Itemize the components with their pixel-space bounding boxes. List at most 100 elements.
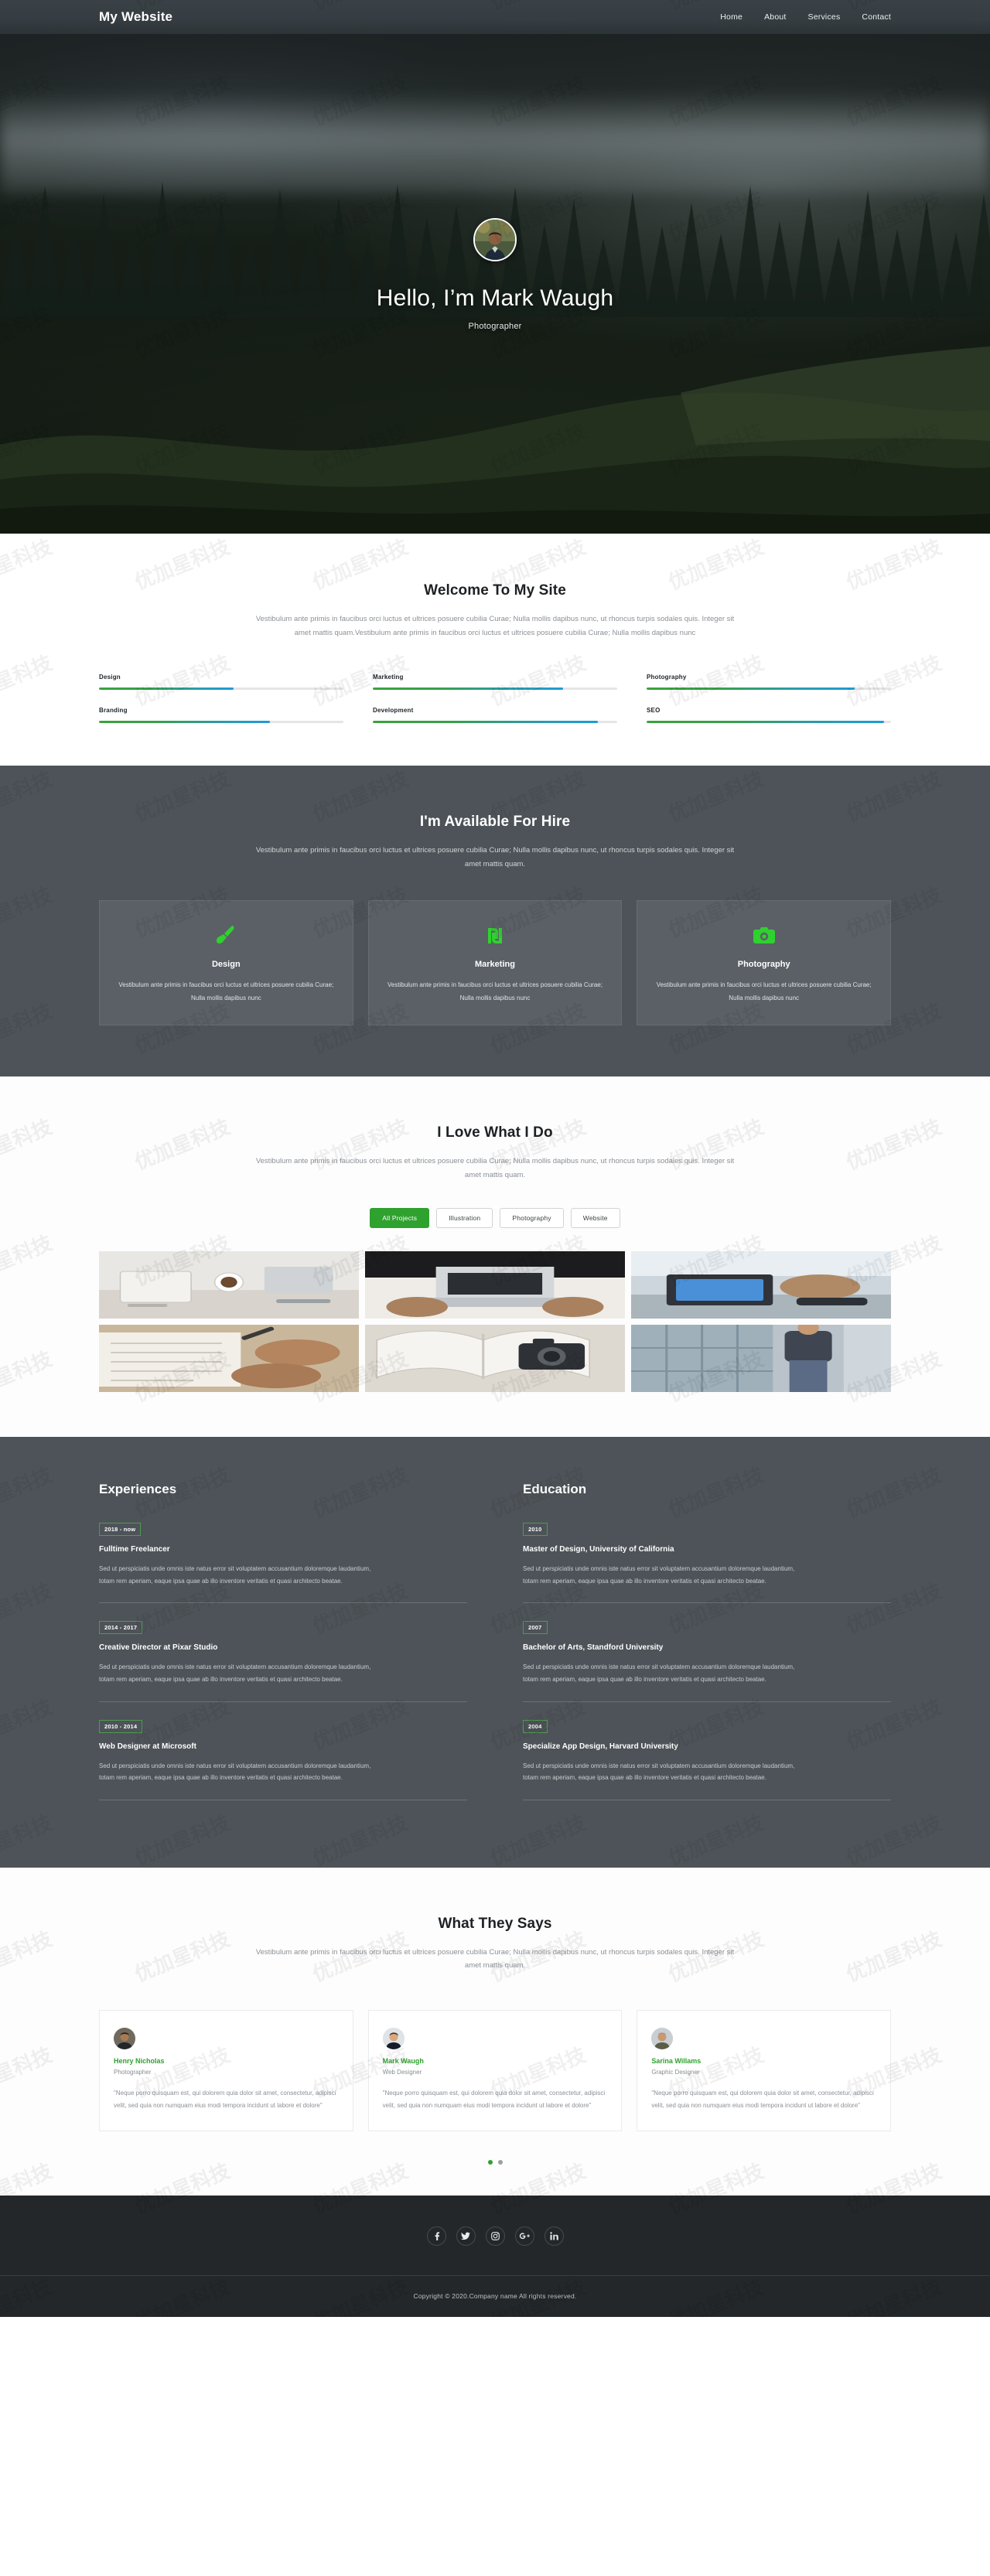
nav-item-home[interactable]: Home: [720, 12, 742, 22]
experience-item: 2018 - now Fulltime Freelancer Sed ut pe…: [99, 1521, 467, 1604]
service-cards: Design Vestibulum ante primis in faucibu…: [99, 900, 891, 1026]
service-card-text: Vestibulum ante primis in faucibus orci …: [118, 981, 334, 1001]
testimonial-name: Sarina Willams: [651, 2056, 702, 2065]
skill-label: SEO: [647, 707, 661, 715]
skill-item: Design: [99, 674, 343, 695]
experience-text: Sed ut perspiciatis unde omnis iste natu…: [99, 1663, 371, 1683]
portfolio-item-hands-writing-in-notebook[interactable]: [99, 1325, 359, 1393]
filter-all-projects[interactable]: All Projects: [370, 1208, 430, 1229]
filter-illustration[interactable]: Illustration: [436, 1208, 493, 1229]
portfolio-item-person-using-tablet-at-desk[interactable]: [631, 1251, 891, 1319]
skill-item: Photography: [647, 674, 891, 695]
testimonial-cards: Henry Nicholas Photographer "Neque porro…: [99, 2009, 891, 2131]
testimonials-title: What They Says: [438, 1915, 552, 1932]
instagram-icon[interactable]: [485, 2226, 505, 2246]
skill-bars: Design Marketing Photography Branding De…: [99, 674, 891, 728]
testimonial-role: Web Designer: [382, 2068, 422, 2076]
skill-item: Branding: [99, 707, 343, 728]
paintbrush-icon: [117, 921, 336, 950]
skill-track: [99, 721, 343, 724]
portfolio-grid: [99, 1251, 891, 1393]
skill-item: SEO: [647, 707, 891, 728]
twitter-icon[interactable]: [456, 2226, 476, 2246]
linkedin-icon[interactable]: [544, 2226, 564, 2246]
social-links: [0, 2226, 990, 2275]
camera-icon: [654, 921, 873, 950]
skill-fill: [373, 721, 598, 724]
avatar: [473, 218, 517, 261]
experience-text: Sed ut perspiciatis unde omnis iste natu…: [99, 1762, 371, 1782]
service-card-title: Design: [211, 960, 241, 970]
education-heading: Education: [523, 1482, 587, 1497]
filter-photography[interactable]: Photography: [500, 1208, 564, 1229]
skill-track: [373, 688, 617, 691]
portfolio-item-person-standing-by-window[interactable]: [631, 1325, 891, 1393]
carousel-dot-1[interactable]: [487, 2159, 493, 2165]
testimonial-quote: "Neque porro quisquam est, qui dolorem q…: [382, 2089, 606, 2109]
service-card[interactable]: Design Vestibulum ante primis in faucibu…: [99, 900, 353, 1026]
education-text: Sed ut perspiciatis unde omnis iste natu…: [523, 1565, 795, 1585]
testimonial-role: Photographer: [114, 2068, 152, 2076]
testimonials-description: Vestibulum ante primis in faucibus orci …: [255, 1947, 735, 1970]
service-card[interactable]: Marketing Vestibulum ante primis in fauc…: [367, 900, 623, 1026]
skill-label: Photography: [647, 674, 687, 681]
education-date: 2004: [523, 1719, 548, 1733]
welcome-section: Welcome To My Site Vestibulum ante primi…: [0, 534, 990, 766]
testimonial-card: Mark Waugh Web Designer "Neque porro qui…: [367, 2009, 623, 2131]
portfolio-item-hands-typing-on-laptop[interactable]: [365, 1251, 625, 1319]
nav-item-services[interactable]: Services: [808, 12, 841, 22]
portfolio-description: Vestibulum ante primis in faucibus orci …: [255, 1157, 735, 1179]
skill-track: [647, 721, 891, 724]
skill-track: [373, 721, 617, 724]
carousel-dot-2[interactable]: [497, 2159, 503, 2165]
resume-section: Experiences 2018 - now Fulltime Freelanc…: [0, 1437, 990, 1868]
experience-date: 2014 - 2017: [99, 1621, 143, 1635]
skill-fill: [647, 688, 855, 691]
experience-item: 2010 - 2014 Web Designer at Microsoft Se…: [99, 1718, 467, 1800]
nav-item-about[interactable]: About: [764, 12, 786, 22]
portfolio-item-open-book-with-camera[interactable]: [365, 1325, 625, 1393]
skill-label: Marketing: [373, 674, 404, 681]
avatar: [114, 2027, 135, 2049]
filter-website[interactable]: Website: [570, 1208, 620, 1229]
skill-label: Branding: [99, 707, 128, 715]
skill-fill: [99, 688, 234, 691]
skill-fill: [647, 721, 884, 724]
portfolio-item-desk-with-coffee-and-notes[interactable]: [99, 1251, 359, 1319]
experience-title: Web Designer at Microsoft: [99, 1742, 196, 1751]
welcome-description: Vestibulum ante primis in faucibus orci …: [255, 615, 735, 637]
testimonial-quote: "Neque porro quisquam est, qui dolorem q…: [114, 2089, 336, 2109]
skill-label: Development: [373, 707, 414, 715]
landing-page: My Website Home About Services Contact H…: [0, 0, 990, 2317]
avatar: [651, 2027, 674, 2049]
education-date: 2007: [523, 1621, 548, 1635]
hero-subtitle: Photographer: [468, 322, 522, 331]
testimonial-name: Mark Waugh: [382, 2056, 424, 2065]
education-title: Specialize App Design, Harvard Universit…: [523, 1742, 678, 1751]
shekel-currency-icon: [386, 921, 605, 950]
experiences-heading: Experiences: [99, 1482, 177, 1497]
experience-item: 2014 - 2017 Creative Director at Pixar S…: [99, 1619, 467, 1702]
education-text: Sed ut perspiciatis unde omnis iste natu…: [523, 1663, 795, 1683]
skill-fill: [373, 688, 564, 691]
service-card[interactable]: Photography Vestibulum ante primis in fa…: [637, 900, 891, 1026]
carousel-dots: [99, 2159, 891, 2165]
hillside-ridge: [0, 302, 990, 534]
education-item: 2010 Master of Design, University of Cal…: [523, 1521, 891, 1604]
google-plus-icon[interactable]: [514, 2226, 534, 2246]
portfolio-filters: All Projects Illustration Photography We…: [99, 1208, 891, 1229]
portfolio-title: I Love What I Do: [437, 1124, 553, 1141]
copyright-bar: Copyright © 2020.Company name All rights…: [0, 2274, 990, 2317]
facebook-icon[interactable]: [426, 2226, 446, 2246]
avatar: [382, 2027, 405, 2049]
testimonial-card: Henry Nicholas Photographer "Neque porro…: [99, 2009, 353, 2131]
hire-title: I'm Available For Hire: [419, 814, 571, 831]
site-brand[interactable]: My Website: [99, 9, 172, 25]
nav-item-contact[interactable]: Contact: [862, 12, 891, 22]
education-date: 2010: [523, 1523, 548, 1537]
hire-description: Vestibulum ante primis in faucibus orci …: [255, 846, 735, 868]
education-item: 2007 Bachelor of Arts, Standford Univers…: [523, 1619, 891, 1702]
education-item: 2004 Specialize App Design, Harvard Univ…: [523, 1718, 891, 1800]
skill-fill: [99, 721, 271, 724]
education-text: Sed ut perspiciatis unde omnis iste natu…: [523, 1762, 795, 1782]
